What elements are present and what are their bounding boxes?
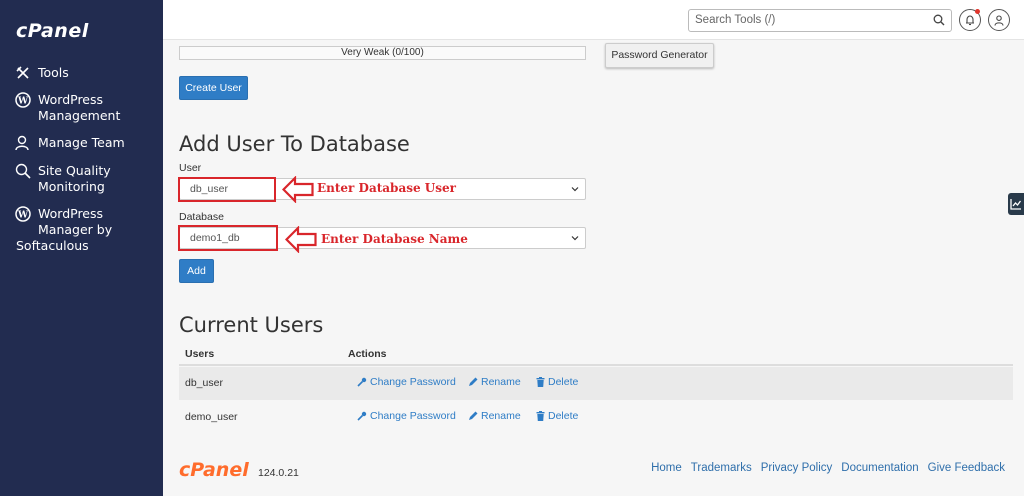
change-password-label: Change Password [370, 410, 456, 422]
database-label: Database [179, 211, 224, 223]
chevron-down-icon [571, 187, 579, 192]
rename-link[interactable]: Rename [468, 410, 521, 422]
arrow-left-icon [282, 176, 314, 203]
footer-links: Home Trademarks Privacy Policy Documenta… [651, 462, 1005, 474]
user-icon [994, 14, 1004, 26]
sidebar-item-manage-team[interactable]: Manage Team [14, 135, 125, 151]
chart-icon [1010, 199, 1022, 210]
sidebar-item-label: WordPress Management [38, 92, 121, 123]
user-label: User [179, 162, 202, 174]
chevron-down-icon [571, 236, 579, 241]
user-cell: demo_user [185, 411, 238, 423]
actions-column-header: Actions [348, 348, 387, 360]
users-column-header: Users [185, 348, 215, 360]
footer-link-feedback[interactable]: Give Feedback [928, 462, 1005, 474]
add-button[interactable]: Add [179, 259, 214, 283]
delete-label: Delete [548, 376, 579, 388]
key-icon [357, 377, 367, 387]
search-placeholder: Search Tools (/) [695, 14, 776, 26]
bell-icon [966, 14, 974, 25]
user-highlight-box [178, 177, 276, 202]
side-panel-tab[interactable] [1008, 193, 1024, 215]
delete-link[interactable]: Delete [536, 376, 578, 388]
sidebar-item-wordpress-management[interactable]: W WordPress Management [14, 92, 120, 124]
delete-link[interactable]: Delete [536, 410, 578, 422]
pencil-icon [469, 411, 478, 420]
wordpress-icon: W [14, 92, 32, 108]
footer-link-privacy[interactable]: Privacy Policy [761, 462, 833, 474]
change-password-label: Change Password [370, 376, 456, 388]
footer-link-documentation[interactable]: Documentation [841, 462, 918, 474]
change-password-link[interactable]: Change Password [357, 410, 456, 422]
svg-text:W: W [17, 97, 29, 107]
sidebar-item-label: Tools [38, 65, 69, 80]
trash-icon [536, 411, 545, 421]
search-input[interactable]: Search Tools (/) [688, 9, 952, 32]
tools-icon [14, 65, 32, 81]
footer-cpanel-logo[interactable]: cPanel [179, 459, 249, 481]
footer-link-trademarks[interactable]: Trademarks [691, 462, 752, 474]
sidebar-item-tools[interactable]: Tools [14, 65, 69, 81]
user-cell: db_user [185, 377, 223, 389]
table-header-divider [179, 364, 1013, 366]
sidebar-item-label: Site Quality Monitoring [38, 163, 111, 194]
sidebar-item-site-quality[interactable]: Site Quality Monitoring [14, 163, 111, 195]
footer-link-home[interactable]: Home [651, 462, 682, 474]
pencil-icon [469, 377, 478, 386]
cpanel-logo[interactable]: cPanel [16, 20, 89, 42]
footer-version: 124.0.21 [258, 467, 299, 479]
current-users-heading: Current Users [179, 313, 324, 337]
wordpress-icon: W [14, 206, 32, 222]
user-annotation: Enter Database User [317, 181, 456, 195]
site-quality-icon [14, 163, 32, 179]
user-menu-button[interactable] [988, 9, 1010, 31]
sidebar-item-label: WordPress Manager by [38, 206, 113, 237]
rename-link[interactable]: Rename [468, 376, 521, 388]
search-icon[interactable] [933, 14, 945, 26]
password-strength-meter: Very Weak (0/100) [179, 46, 586, 60]
arrow-left-icon [285, 226, 317, 253]
table-row: db_user Change Password Rename Delete [179, 367, 1013, 400]
rename-label: Rename [481, 376, 521, 388]
delete-label: Delete [548, 410, 579, 422]
rename-label: Rename [481, 410, 521, 422]
password-generator-button[interactable]: Password Generator [605, 43, 714, 68]
sidebar-item-label: Manage Team [38, 135, 125, 150]
svg-text:W: W [17, 211, 29, 221]
sidebar-item-label: Softaculous [16, 238, 89, 253]
database-highlight-box [178, 225, 278, 251]
change-password-link[interactable]: Change Password [357, 376, 456, 388]
database-annotation: Enter Database Name [321, 232, 468, 246]
notification-dot [975, 9, 980, 14]
trash-icon [536, 377, 545, 387]
sidebar: cPanel Tools W WordPress Management Mana… [0, 0, 163, 496]
team-icon [14, 135, 32, 151]
sidebar-item-wordpress-manager[interactable]: W WordPress Manager by [14, 206, 112, 238]
table-row: demo_user Change Password Rename Delete [179, 401, 1013, 434]
add-user-heading: Add User To Database [179, 132, 410, 156]
sidebar-item-softaculous[interactable]: Softaculous [16, 238, 89, 254]
key-icon [357, 411, 367, 421]
create-user-button[interactable]: Create User [179, 76, 248, 100]
